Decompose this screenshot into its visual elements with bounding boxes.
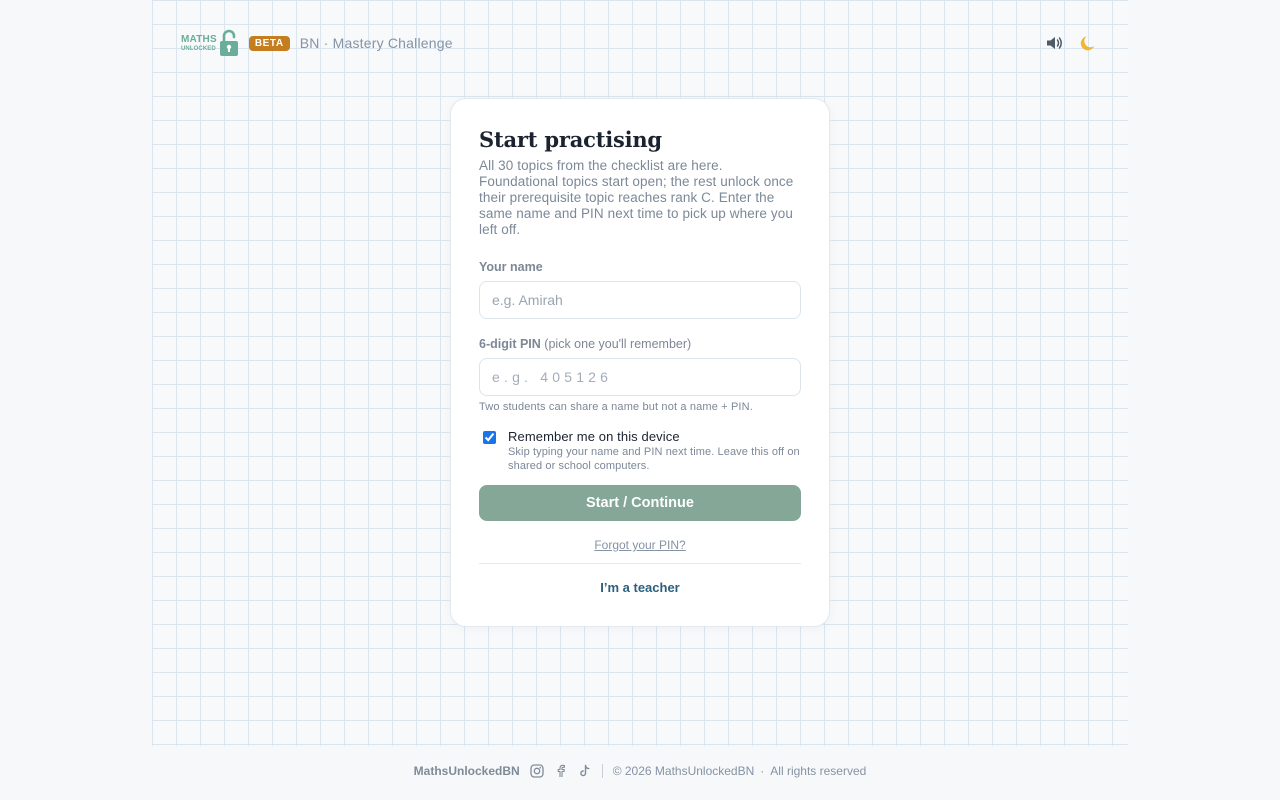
pin-label-hint: (pick one you'll remember) — [544, 337, 692, 351]
name-input[interactable] — [479, 281, 801, 319]
footer: MathsUnlockedBN © 2026 MathsUnlockedBN ·… — [0, 762, 1280, 780]
login-card: Start practising All 30 topics from the … — [450, 98, 830, 627]
top-bar: MATHS UNLOCKED BETA BN · Mastery Challen… — [181, 28, 1099, 58]
footer-dot: · — [760, 764, 765, 778]
instagram-icon[interactable] — [530, 764, 544, 778]
moon-icon — [1080, 36, 1095, 51]
remember-me-label: Remember me on this device — [508, 429, 680, 444]
remember-me-text: Remember me on this device Skip typing y… — [508, 429, 801, 473]
logo-line-unlocked: UNLOCKED — [181, 45, 216, 52]
app-title: BN · Mastery Challenge — [299, 35, 453, 51]
logo-wordmark: MATHS UNLOCKED — [181, 33, 217, 52]
tiktok-icon[interactable] — [578, 764, 592, 778]
social-links — [530, 764, 592, 778]
remember-me-description: Skip typing your name and PIN next time.… — [508, 446, 800, 472]
facebook-icon[interactable] — [554, 764, 568, 778]
name-label: Your name — [479, 260, 543, 274]
footer-brand: MathsUnlockedBN — [413, 764, 520, 778]
speaker-icon — [1047, 37, 1062, 49]
pin-label-text: 6-digit PIN — [479, 337, 541, 351]
pin-input[interactable] — [479, 358, 801, 396]
divider — [479, 563, 801, 564]
header-actions — [1045, 33, 1099, 53]
logo-line-maths: MATHS — [181, 33, 217, 45]
footer-separator — [601, 764, 603, 778]
remember-me-checkbox[interactable] — [483, 431, 496, 444]
footer-copyright: © 2026 MathsUnlockedBN — [612, 764, 755, 778]
intro-text: All 30 topics from the checklist are her… — [479, 158, 794, 237]
beta-badge: BETA — [248, 35, 290, 51]
logo: MATHS UNLOCKED — [181, 28, 239, 58]
start-continue-button[interactable]: Start / Continue — [479, 485, 801, 521]
remember-me-row: Remember me on this device Skip typing y… — [479, 429, 801, 473]
unlocked-padlock-icon — [219, 29, 238, 56]
theme-toggle-button[interactable] — [1079, 33, 1099, 53]
footer-rights: All rights reserved — [770, 764, 867, 778]
card-title: Start practising — [479, 127, 662, 152]
teacher-link[interactable]: I’m a teacher — [479, 580, 801, 595]
pin-label: 6-digit PIN (pick one you'll remember) — [479, 337, 801, 351]
pin-note: Two students can share a name but not a … — [479, 401, 753, 413]
forgot-pin-link[interactable]: Forgot your PIN? — [479, 538, 801, 552]
sound-toggle-button[interactable] — [1045, 33, 1065, 53]
